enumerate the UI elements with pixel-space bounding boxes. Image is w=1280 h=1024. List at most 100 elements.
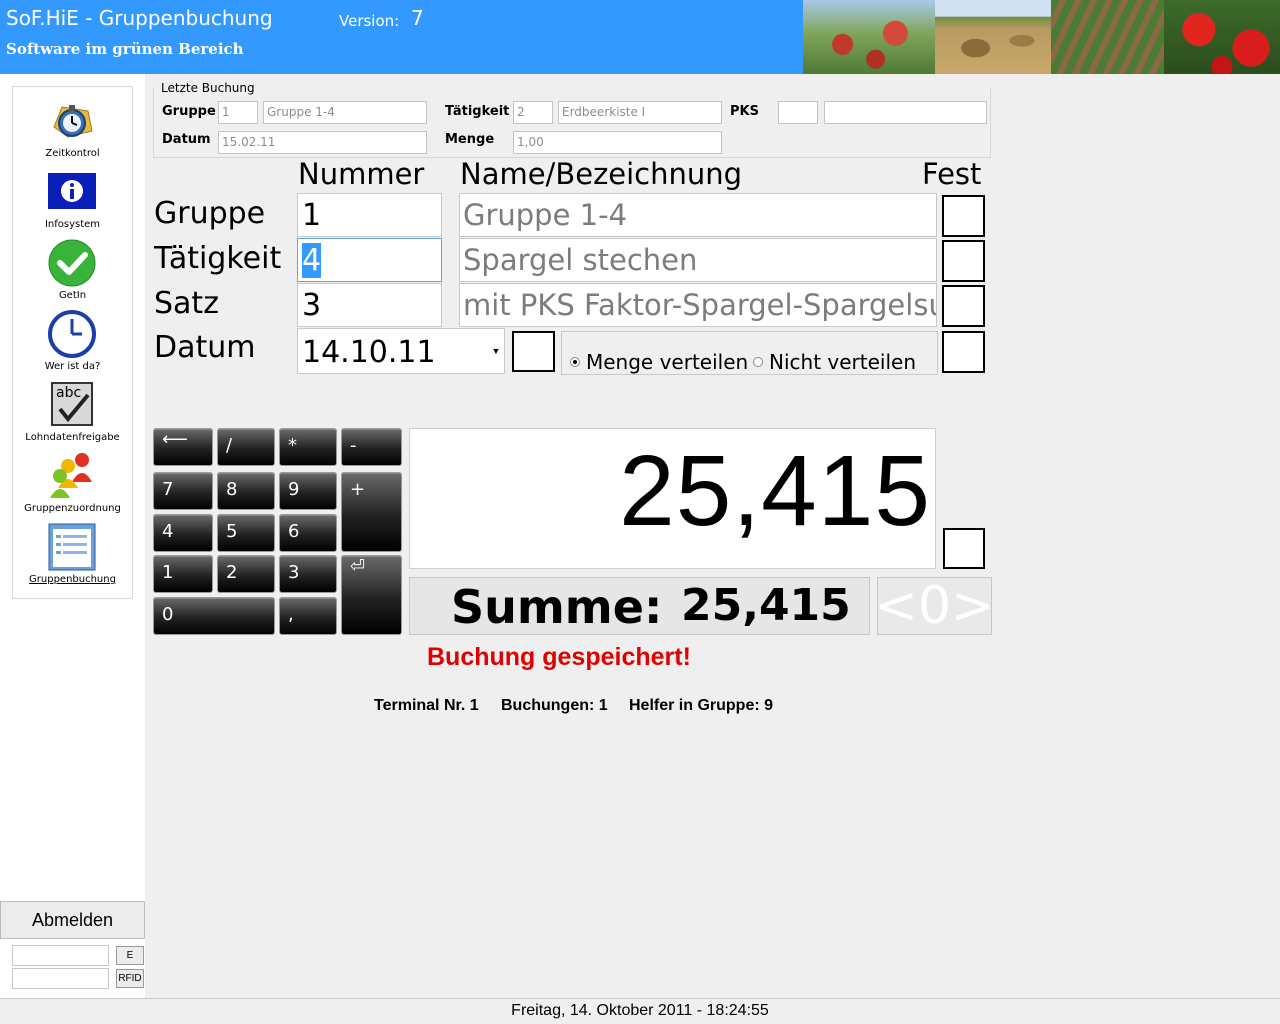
key-0[interactable]: 0 [153, 597, 275, 635]
column-header-fest: Fest [922, 157, 982, 191]
taetigkeit-label: Tätigkeit [154, 241, 282, 276]
people-group-icon [50, 453, 92, 498]
enter-key[interactable]: ⏎ [341, 555, 402, 635]
helpers-count: Helfer in Gruppe: 9 [629, 697, 774, 714]
reset-zero-button[interactable]: <0> [874, 577, 995, 635]
terminal-info: Terminal Nr. 1 [374, 697, 479, 714]
checkmark-icon [48, 239, 96, 287]
gruppe-number-input[interactable]: 1 [297, 193, 442, 237]
satz-name-field: mit PKS Faktor-Spargel-Spargelsuppe [459, 283, 937, 327]
backspace-key[interactable]: ⟵ [153, 428, 213, 466]
distribution-radio-group: Menge verteilen Nicht verteilen [561, 331, 938, 375]
key-2[interactable]: 2 [217, 555, 275, 593]
key-4[interactable]: 4 [153, 514, 213, 552]
sidebar-item-gruppenzuordnung[interactable]: Gruppenzuordnung [13, 452, 132, 522]
app-title: SoF.HiE - Gruppenbuchung [6, 6, 273, 30]
divide-key[interactable]: / [217, 428, 275, 466]
version-value: 7 [411, 6, 424, 30]
gruppe-label: Gruppe [154, 196, 266, 231]
last-taetigkeit-name: Erdbeerkiste I [558, 101, 722, 124]
last-pks-name [824, 101, 987, 124]
key-8[interactable]: 8 [217, 472, 275, 510]
key-3[interactable]: 3 [279, 555, 337, 593]
sidebar-item-gruppenbuchung[interactable]: Gruppenbuchung [13, 523, 132, 593]
sum-label: Summe: [451, 580, 663, 634]
status-bar: Freitag, 14. Oktober 2011 - 18:24:55 [0, 998, 1280, 1024]
sidebar-item-label: Lohndatenfreigabe [25, 432, 120, 443]
svg-text:abc: abc [56, 385, 81, 401]
sum-value: 25,415 [681, 580, 851, 631]
key-5[interactable]: 5 [217, 514, 275, 552]
e-button[interactable]: E [116, 946, 144, 965]
satz-number-value: 3 [302, 288, 322, 323]
sidebar-item-label: Gruppenzuordnung [24, 503, 121, 514]
amount-display: 25,415 [409, 428, 936, 569]
sidebar-item-wer-ist-da[interactable]: Wer ist da? [13, 310, 132, 380]
radio-unselected-icon [753, 357, 763, 367]
satz-fest-checkbox[interactable] [942, 285, 985, 327]
sidebar-item-label: GetIn [58, 290, 87, 301]
taetigkeit-number-value: 4 [302, 243, 322, 278]
key-1[interactable]: 1 [153, 555, 213, 593]
rfid-button[interactable]: RFID [116, 969, 144, 988]
radio-menge-verteilen[interactable]: Menge verteilen [570, 350, 748, 374]
key-7[interactable]: 7 [153, 472, 213, 510]
apple-photo [803, 0, 935, 74]
gruppe-name-field: Gruppe 1-4 [459, 193, 937, 237]
sidebar-item-label: Gruppenbuchung [29, 574, 116, 585]
radio-selected-icon [570, 357, 580, 367]
abc-check-icon: abc [51, 382, 93, 426]
datum-value: 14.10.11 [302, 335, 436, 370]
last-datum-label: Datum [162, 132, 211, 147]
last-taetigkeit-nr: 2 [513, 101, 553, 124]
user-id-input[interactable] [12, 945, 109, 966]
taetigkeit-fest-checkbox[interactable] [942, 240, 985, 282]
last-gruppe-nr: 1 [218, 101, 258, 124]
last-menge-label: Menge [445, 132, 495, 147]
amount-checkbox[interactable] [943, 528, 985, 569]
satz-number-input[interactable]: 3 [297, 283, 442, 327]
column-header-nummer: Nummer [298, 157, 425, 191]
taetigkeit-name-field: Spargel stechen [459, 238, 937, 282]
last-taetigkeit-label: Tätigkeit [445, 104, 510, 119]
gruppe-number-value: 1 [302, 198, 322, 233]
crop-rows-photo [1051, 0, 1164, 74]
last-datum-value: 15.02.11 [218, 131, 427, 154]
key-9[interactable]: 9 [279, 472, 337, 510]
datum-dropdown[interactable]: 14.10.11 ▼ [297, 328, 505, 374]
sidebar-item-zeitkontrol[interactable]: Zeitkontrol [13, 97, 132, 167]
chevron-down-icon[interactable]: ▼ [488, 329, 504, 373]
sidebar-item-lohndatenfreigabe[interactable]: abc Lohndatenfreigabe [13, 381, 132, 451]
logout-button[interactable]: Abmelden [0, 901, 145, 939]
app-header: SoF.HiE - Gruppenbuchung Version: 7 Soft… [0, 0, 1280, 74]
taetigkeit-number-input[interactable]: 4 [297, 238, 442, 282]
radio-nicht-verteilen[interactable]: Nicht verteilen [753, 350, 916, 374]
comma-key[interactable]: , [279, 597, 337, 635]
amount-display-value: 25,415 [619, 435, 931, 547]
datetime-display: Freitag, 14. Oktober 2011 - 18:24:55 [511, 1002, 769, 1019]
key-6[interactable]: 6 [279, 514, 337, 552]
sidebar-item-label: Wer ist da? [44, 361, 101, 372]
last-booking-legend: Letzte Buchung [161, 81, 255, 95]
sidebar-item-infosystem[interactable]: Infosystem [13, 168, 132, 238]
sidebar-item-label: Infosystem [44, 219, 101, 230]
last-pks-nr [778, 101, 818, 124]
datum-checkbox[interactable] [512, 331, 555, 372]
list-window-icon [48, 523, 96, 571]
stopwatch-icon [53, 105, 93, 138]
last-gruppe-name: Gruppe 1-4 [263, 101, 427, 124]
datum-fest-checkbox[interactable] [942, 331, 985, 373]
sidebar-item-getin[interactable]: GetIn [13, 239, 132, 309]
radio-menge-label: Menge verteilen [586, 350, 749, 374]
rfid-input[interactable] [12, 968, 109, 989]
last-pks-label: PKS [730, 104, 759, 119]
info-icon [48, 173, 96, 209]
gruppe-fest-checkbox[interactable] [942, 195, 985, 237]
strawberry-photo [1164, 0, 1280, 74]
bookings-count: Buchungen: 1 [501, 697, 608, 714]
plus-key[interactable]: + [341, 472, 402, 552]
sum-box: Summe: 25,415 [409, 577, 870, 635]
multiply-key[interactable]: * [279, 428, 337, 466]
field-photo [935, 0, 1051, 74]
minus-key[interactable]: - [341, 428, 402, 466]
